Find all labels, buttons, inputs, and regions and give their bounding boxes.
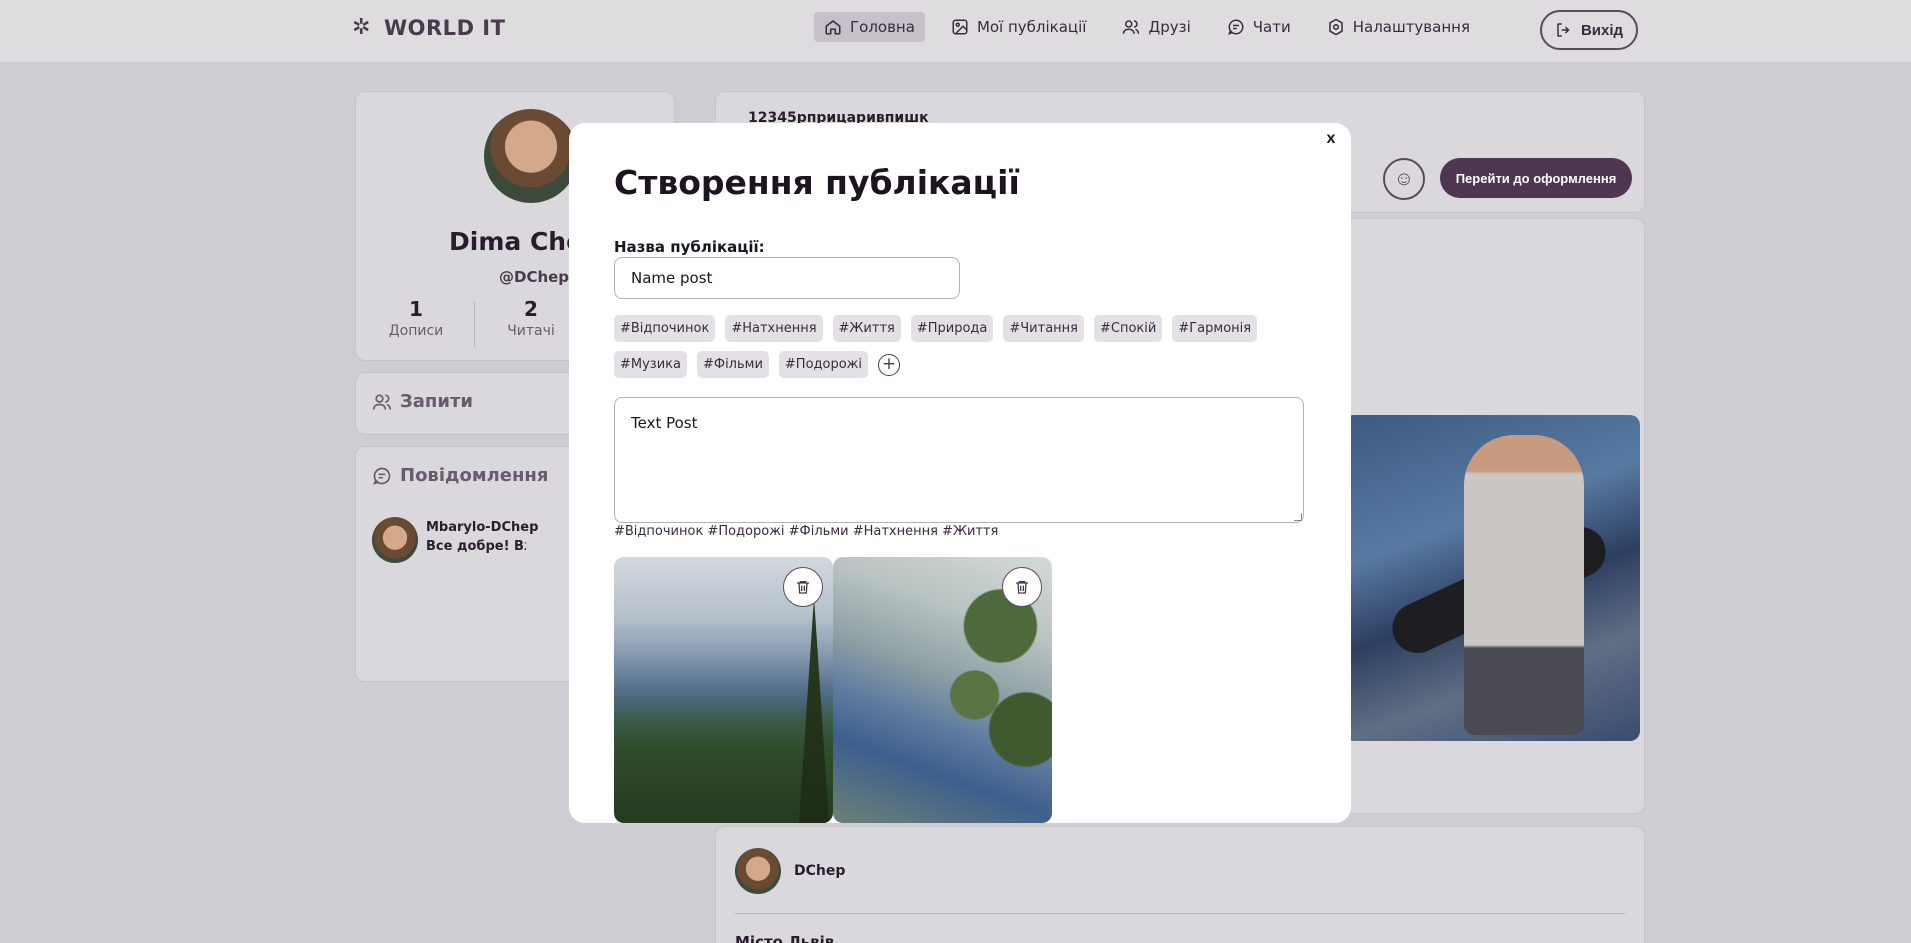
tree-shape [799,597,829,823]
tag-chip[interactable]: #Читання [1003,315,1084,342]
uploaded-image[interactable] [614,557,833,823]
trash-icon [1016,581,1028,594]
resize-handle[interactable] [1294,513,1302,521]
plus-icon: + [881,354,897,374]
create-post-modal: x Створення публікації Назва публікації:… [569,123,1351,823]
delete-image-button[interactable] [1002,567,1042,607]
tag-chip[interactable]: #Фільми [696,351,769,378]
tag-chip[interactable]: #Гармонія [1172,315,1258,342]
trash-icon [797,581,809,594]
tag-chip[interactable]: #Подорожі [778,351,868,378]
close-button[interactable]: x [1321,129,1341,149]
post-text-area[interactable] [614,397,1304,523]
tag-chip[interactable]: #Натхнення [725,315,823,342]
tag-chip[interactable]: #Життя [832,315,901,342]
post-name-input[interactable] [614,257,960,299]
tag-list: #Відпочинок #Натхнення #Життя #Природа #… [614,315,1314,378]
post-name-label: Назва публікації: [614,238,765,256]
uploaded-image[interactable] [833,557,1052,823]
tag-chip[interactable]: #Природа [910,315,994,342]
add-tag-button[interactable]: + [878,353,900,376]
modal-title: Створення публікації [614,163,1020,202]
tag-chip[interactable]: #Відпочинок [614,315,716,342]
delete-image-button[interactable] [783,567,823,607]
selected-tags: #Відпочинок #Подорожі #Фільми #Натхнення… [614,524,999,539]
tag-chip[interactable]: #Спокій [1094,315,1163,342]
tag-chip[interactable]: #Музика [614,351,687,378]
